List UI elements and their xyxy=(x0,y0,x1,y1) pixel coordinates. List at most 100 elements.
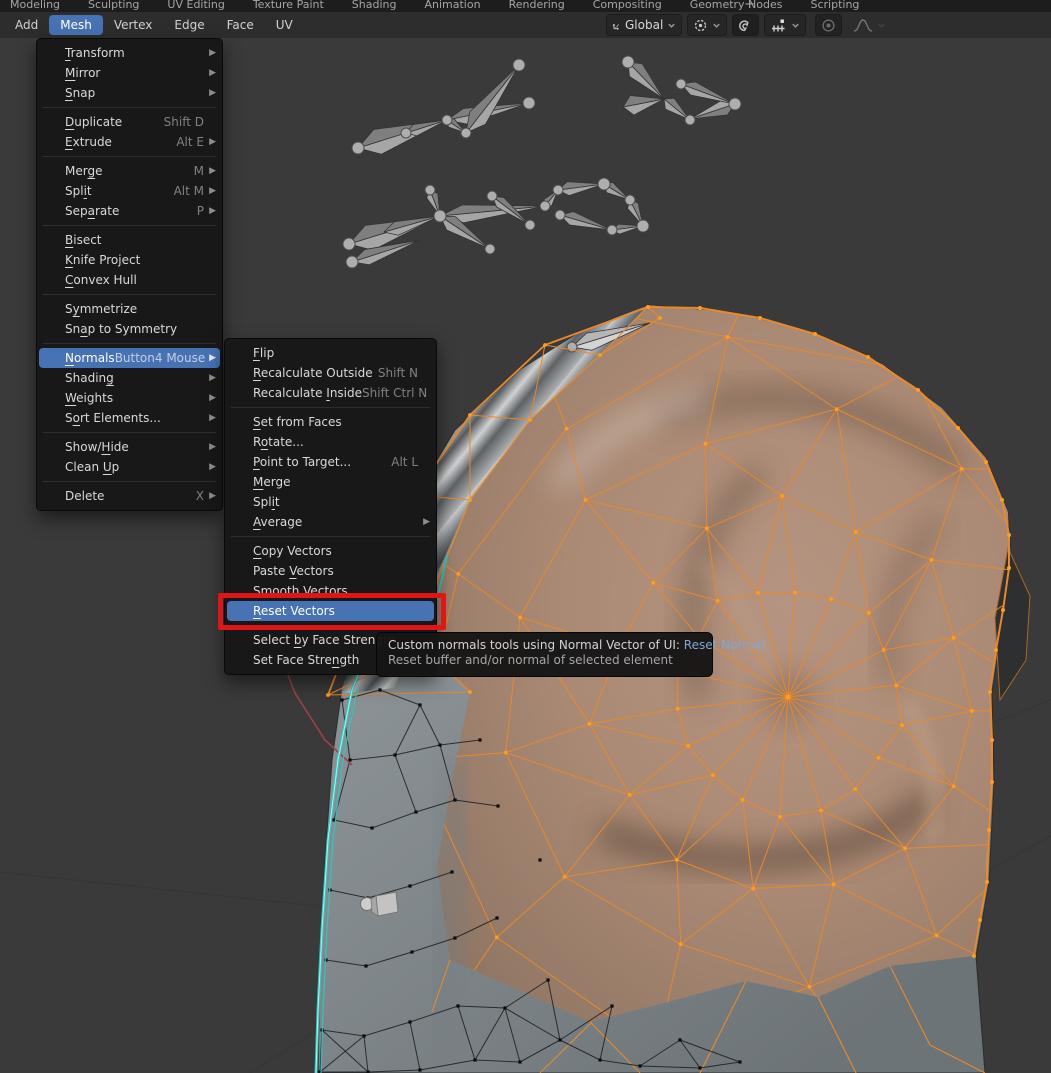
menu-item-split[interactable]: SplitAlt M▶ xyxy=(39,181,220,201)
menu-item-mirror[interactable]: Mirror▶ xyxy=(39,63,220,83)
transform-orientation-dropdown[interactable]: Global xyxy=(606,14,682,36)
tooltip-title: Custom normals tools using Normal Vector… xyxy=(388,638,684,652)
workspace-tab-modeling[interactable]: Modeling xyxy=(8,0,62,12)
proportional-editing-toggle[interactable] xyxy=(815,14,842,36)
topbar: Modeling Sculpting UV Editing Texture Paint… xyxy=(0,0,1051,12)
menu-item-average[interactable]: Average▶ xyxy=(227,512,434,532)
workspace-tabs: Modeling Sculpting UV Editing Texture Paint… xyxy=(8,0,861,12)
menu-item-clean-up[interactable]: Clean Up▶ xyxy=(39,457,220,477)
header-menu-add[interactable]: Add xyxy=(4,15,49,35)
workspace-tab-rendering[interactable]: Rendering xyxy=(507,0,567,12)
workspace-tab-compositing[interactable]: Compositing xyxy=(591,0,664,12)
menu-item-shading[interactable]: Shading▶ xyxy=(39,368,220,388)
pivot-point-icon xyxy=(693,18,708,33)
menu-item-convex-hull[interactable]: Convex Hull xyxy=(39,270,220,290)
menu-item-merge[interactable]: Merge xyxy=(227,472,434,492)
menu-item-show-hide[interactable]: Show/Hide▶ xyxy=(39,437,220,457)
menu-item-rotate[interactable]: Rotate... xyxy=(227,432,434,452)
tooltip-description: Reset buffer and/or normal of selected e… xyxy=(388,653,701,667)
workspace-tab-uv-editing[interactable]: UV Editing xyxy=(165,0,226,12)
menu-item-split[interactable]: Split xyxy=(227,492,434,512)
proportional-falloff-dropdown[interactable] xyxy=(847,14,892,36)
submenu-arrow-icon: ▶ xyxy=(204,132,216,152)
orientation-label: Global xyxy=(625,18,663,32)
header-menu-vertex[interactable]: Vertex xyxy=(103,15,164,35)
menu-separator xyxy=(43,343,216,344)
menu-item-delete[interactable]: DeleteX▶ xyxy=(39,486,220,506)
menu-separator xyxy=(231,407,430,408)
submenu-arrow-icon: ▶ xyxy=(204,83,216,103)
menu-separator xyxy=(43,294,216,295)
snap-with-dropdown[interactable] xyxy=(764,14,806,36)
menu-item-point-to-target[interactable]: Point to Target...Alt L xyxy=(227,452,434,472)
menu-item-sort-elements[interactable]: Sort Elements...▶ xyxy=(39,408,220,428)
submenu-arrow-icon: ▶ xyxy=(418,512,430,532)
menu-item-symmetrize[interactable]: Symmetrize xyxy=(39,299,220,319)
menu-item-recalculate-inside[interactable]: Recalculate InsideShift Ctrl N xyxy=(227,383,434,403)
submenu-arrow-icon: ▶ xyxy=(204,201,216,221)
snap-increments-icon xyxy=(770,18,787,33)
workspace-tab-shading[interactable]: Shading xyxy=(350,0,399,12)
submenu-arrow-icon: ▶ xyxy=(204,486,216,506)
menu-item-extrude[interactable]: ExtrudeAlt E▶ xyxy=(39,132,220,152)
menu-item-paste-vectors[interactable]: Paste Vectors xyxy=(227,561,434,581)
menu-separator xyxy=(43,481,216,482)
menu-item-normals[interactable]: NormalsButton4 Mouse▶ xyxy=(39,348,220,368)
submenu-arrow-icon: ▶ xyxy=(204,63,216,83)
submenu-arrow-icon: ▶ xyxy=(204,181,216,201)
chevron-down-icon xyxy=(712,21,721,30)
menu-item-transform[interactable]: Transform▶ xyxy=(39,43,220,63)
workspace-tab-geometry-nodes[interactable]: Geometry Nodes xyxy=(688,0,785,12)
submenu-arrow-icon: ▶ xyxy=(204,161,216,181)
menu-separator xyxy=(231,536,430,537)
viewport-header: AddMeshVertexEdgeFaceUV Global xyxy=(0,12,1051,38)
workspace-tab-sculpting[interactable]: Sculpting xyxy=(86,0,141,12)
header-menu-uv[interactable]: UV xyxy=(265,15,304,35)
blender-window: Modeling Sculpting UV Editing Texture Paint… xyxy=(0,0,1051,1073)
header-right-controls: Global xyxy=(606,14,892,36)
chevron-down-icon xyxy=(877,21,886,30)
add-workspace-button[interactable]: + xyxy=(744,0,755,12)
menu-item-merge[interactable]: MergeM▶ xyxy=(39,161,220,181)
header-menus: AddMeshVertexEdgeFaceUV xyxy=(4,15,304,35)
menu-item-weights[interactable]: Weights▶ xyxy=(39,388,220,408)
header-menu-mesh[interactable]: Mesh xyxy=(49,15,103,35)
menu-item-separate[interactable]: SeparateP▶ xyxy=(39,201,220,221)
header-menu-face[interactable]: Face xyxy=(216,15,265,35)
header-menu-edge[interactable]: Edge xyxy=(163,15,215,35)
submenu-arrow-icon: ▶ xyxy=(204,368,216,388)
workspace-tab-texture-paint[interactable]: Texture Paint xyxy=(251,0,326,12)
mesh-menu: Transform▶Mirror▶Snap▶ DuplicateShift DEx… xyxy=(36,38,223,511)
menu-item-duplicate[interactable]: DuplicateShift D xyxy=(39,112,220,132)
orientation-axes-icon xyxy=(612,21,621,30)
pivot-point-dropdown[interactable] xyxy=(687,14,727,36)
submenu-arrow-icon: ▶ xyxy=(204,457,216,477)
menu-item-flip[interactable]: Flip xyxy=(227,343,434,363)
menu-separator xyxy=(43,156,216,157)
chevron-down-icon xyxy=(791,21,800,30)
menu-item-set-from-faces[interactable]: Set from Faces xyxy=(227,412,434,432)
workspace-tab-scripting[interactable]: Scripting xyxy=(809,0,862,12)
menu-item-recalculate-outside[interactable]: Recalculate OutsideShift N xyxy=(227,363,434,383)
chevron-down-icon xyxy=(667,21,676,30)
falloff-curve-icon xyxy=(853,18,873,33)
proportional-editing-icon xyxy=(821,18,836,33)
submenu-arrow-icon: ▶ xyxy=(204,408,216,428)
menu-item-bisect[interactable]: Bisect xyxy=(39,230,220,250)
menu-item-snap[interactable]: Snap▶ xyxy=(39,83,220,103)
submenu-arrow-icon: ▶ xyxy=(204,388,216,408)
workspace-tab-animation[interactable]: Animation xyxy=(422,0,482,12)
submenu-arrow-icon: ▶ xyxy=(204,437,216,457)
menu-separator xyxy=(43,107,216,108)
submenu-arrow-icon: ▶ xyxy=(204,43,216,63)
tooltip: Custom normals tools using Normal Vector… xyxy=(376,632,713,677)
magnet-icon xyxy=(738,18,753,33)
submenu-arrow-icon: ▶ xyxy=(205,348,216,368)
tooltip-operator-link: Reset Normal xyxy=(684,638,765,652)
menu-item-knife-project[interactable]: Knife Project xyxy=(39,250,220,270)
menu-item-copy-vectors[interactable]: Copy Vectors xyxy=(227,541,434,561)
menu-separator xyxy=(43,225,216,226)
snap-toggle-button[interactable] xyxy=(732,14,759,36)
menu-separator xyxy=(43,432,216,433)
menu-item-snap-to-symmetry[interactable]: Snap to Symmetry xyxy=(39,319,220,339)
